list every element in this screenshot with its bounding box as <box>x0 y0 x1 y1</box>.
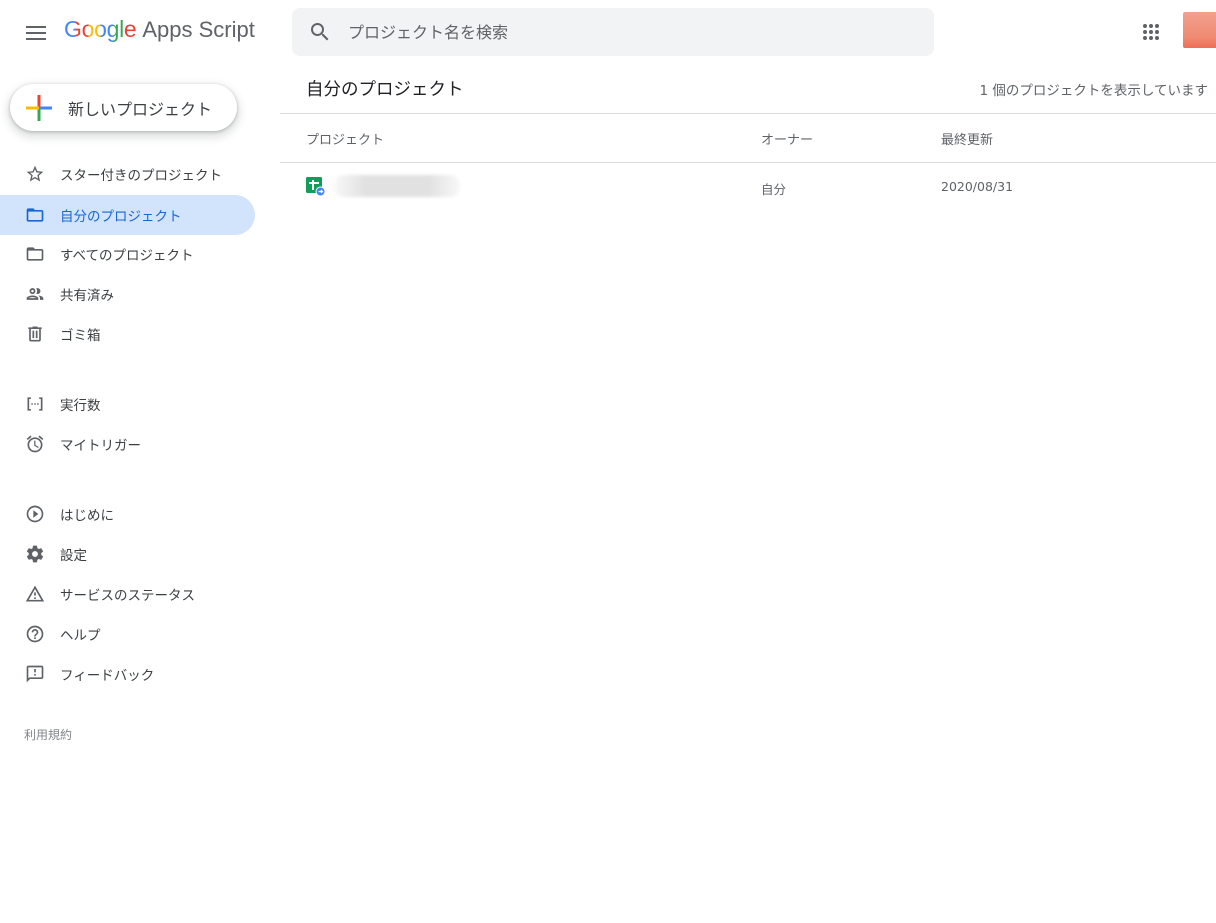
header-divider <box>280 113 1216 114</box>
executions-icon <box>25 394 45 414</box>
sidebar-item-label: 共有済み <box>60 288 114 304</box>
sidebar-item-getting-started[interactable]: はじめに <box>0 494 255 534</box>
gear-icon <box>25 544 45 564</box>
sidebar-item-service-status[interactable]: サービスのステータス <box>0 574 255 614</box>
sidebar-item-label: はじめに <box>60 508 114 524</box>
folder-icon <box>25 205 45 225</box>
sidebar-item-label: すべてのプロジェクト <box>60 248 194 264</box>
project-name[interactable] <box>334 175 460 197</box>
project-last-modified: 2020/08/31 <box>941 179 1014 194</box>
sidebar-item-label: マイトリガー <box>60 438 141 454</box>
product-name: Apps Script <box>142 17 255 42</box>
app-logo[interactable]: Google Apps Script <box>64 16 255 50</box>
plus-icon <box>26 94 52 121</box>
help-icon <box>25 624 45 644</box>
sidebar-item-label: サービスのステータス <box>60 588 195 604</box>
table-row[interactable]: 自分 2020/08/31 <box>280 163 1216 211</box>
sidebar-item-all-projects[interactable]: すべてのプロジェクト <box>0 234 255 274</box>
people-icon <box>25 284 45 304</box>
sidebar-item-my-triggers[interactable]: マイトリガー <box>0 424 255 464</box>
warning-icon <box>25 584 45 604</box>
main-menu-button[interactable] <box>16 13 56 53</box>
sidebar-item-feedback[interactable]: フィードバック <box>0 654 255 694</box>
page-title: 自分のプロジェクト <box>306 80 464 100</box>
apps-grid-icon[interactable] <box>1135 16 1167 48</box>
play-circle-icon <box>25 504 45 524</box>
new-project-button[interactable]: 新しいプロジェクト <box>10 84 237 131</box>
google-wordmark: Google <box>64 16 137 42</box>
sidebar-item-starred[interactable]: スター付きのプロジェクト <box>0 154 255 194</box>
sidebar-item-label: ヘルプ <box>60 628 101 644</box>
trash-icon <box>25 324 45 344</box>
search-bar[interactable] <box>292 8 934 56</box>
column-header-last-modified[interactable]: 最終更新 <box>941 129 993 148</box>
alarm-icon <box>25 434 45 454</box>
sidebar-item-my-projects[interactable]: 自分のプロジェクト <box>0 195 255 235</box>
sidebar-item-trash[interactable]: ゴミ箱 <box>0 314 255 354</box>
sidebar-item-executions[interactable]: 実行数 <box>0 384 255 424</box>
sidebar-item-label: 自分のプロジェクト <box>60 209 182 225</box>
search-icon[interactable] <box>292 8 348 56</box>
column-header-project[interactable]: プロジェクト <box>306 129 384 148</box>
project-count: 1 個のプロジェクトを表示しています <box>979 83 1208 99</box>
avatar[interactable] <box>1183 12 1216 48</box>
apps-script-sheets-icon <box>306 177 326 197</box>
sidebar-item-shared[interactable]: 共有済み <box>0 274 255 314</box>
feedback-icon <box>25 664 45 684</box>
sidebar-item-label: ゴミ箱 <box>60 328 101 344</box>
sidebar-item-label: 実行数 <box>60 398 101 414</box>
sidebar-item-help[interactable]: ヘルプ <box>0 614 255 654</box>
sidebar-item-label: スター付きのプロジェクト <box>60 168 222 184</box>
column-header-owner[interactable]: オーナー <box>761 129 813 148</box>
new-project-label: 新しいプロジェクト <box>68 99 213 119</box>
terms-link[interactable]: 利用規約 <box>24 726 72 743</box>
sidebar-item-settings[interactable]: 設定 <box>0 534 255 574</box>
project-owner: 自分 <box>761 182 787 197</box>
search-input[interactable] <box>348 8 934 56</box>
sidebar-item-label: フィードバック <box>60 668 155 684</box>
sidebar-item-label: 設定 <box>60 548 87 564</box>
folder-icon <box>25 244 45 264</box>
star-icon <box>25 164 45 184</box>
